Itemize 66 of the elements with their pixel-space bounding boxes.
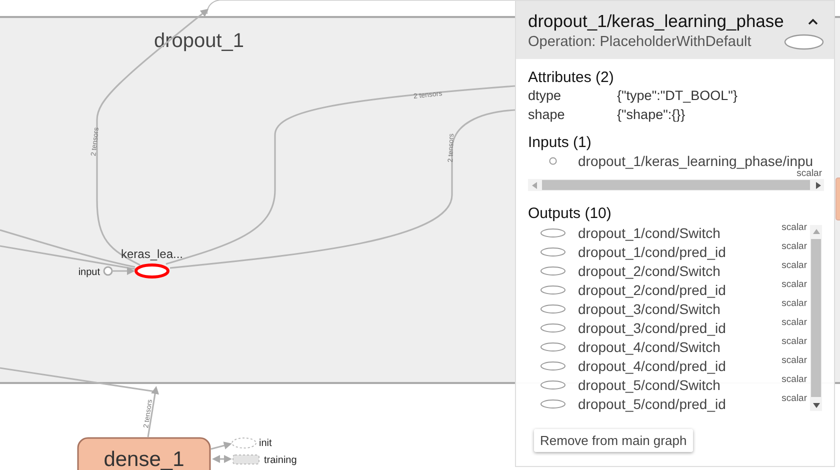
output-link[interactable]: dropout_2/cond/Switch	[578, 262, 720, 278]
constant-node-icon[interactable]	[103, 266, 113, 276]
node-label: keras_lea...	[120, 247, 184, 261]
dense-node[interactable]	[77, 437, 211, 470]
edge-arrow	[210, 442, 232, 450]
graph-node[interactable]	[836, 178, 840, 220]
ellipse-icon	[540, 304, 566, 314]
op-node-icon	[784, 34, 824, 50]
attribute-key: dtype	[528, 86, 617, 105]
ellipse-icon	[540, 360, 566, 370]
output-link[interactable]: dropout_1/cond/pred_id	[578, 244, 726, 260]
ellipse-icon	[540, 284, 566, 294]
output-link[interactable]: dropout_3/cond/Switch	[578, 300, 720, 316]
ellipse-icon	[540, 398, 566, 408]
group-title: dropout_1	[154, 30, 244, 52]
remove-button[interactable]: Remove from main graph	[534, 429, 693, 452]
shape-label: scalar	[782, 279, 807, 290]
panel-title: dropout_1/keras_learning_phase	[528, 11, 784, 32]
shape-label: scalar	[782, 298, 807, 309]
ellipse-icon	[540, 322, 566, 332]
ellipse-icon	[540, 228, 566, 238]
scroll-up-icon[interactable]	[812, 228, 820, 234]
vertical-scrollbar[interactable]	[810, 225, 822, 411]
op-node-icon[interactable]	[134, 264, 170, 278]
ellipse-icon	[540, 246, 566, 256]
horizontal-scrollbar[interactable]	[528, 179, 824, 191]
input-link[interactable]: dropout_1/keras_learning_phase/inpu	[578, 152, 814, 168]
attribute-key: shape	[528, 105, 617, 124]
shape-label: scalar	[782, 241, 807, 252]
ellipse-icon	[540, 380, 566, 390]
output-link[interactable]: dropout_1/cond/Switch	[578, 224, 720, 240]
output-link[interactable]: dropout_5/cond/pred_id	[578, 396, 726, 412]
node-label: training	[264, 455, 297, 466]
operation-label: Operation: PlaceholderWithDefault	[528, 34, 752, 50]
shape-label: scalar	[782, 336, 807, 347]
edge-arrow	[212, 455, 232, 463]
ellipse-icon	[540, 266, 566, 276]
shape-label: scalar	[782, 222, 807, 233]
ellipse-node-icon[interactable]	[232, 438, 256, 448]
scroll-right-icon[interactable]	[816, 182, 820, 188]
node-label: init	[259, 438, 272, 449]
scroll-left-icon[interactable]	[532, 182, 536, 188]
output-link[interactable]: dropout_2/cond/pred_id	[578, 282, 726, 298]
output-link[interactable]: dropout_3/cond/pred_id	[578, 320, 726, 336]
attribute-value: {"shape":{}}	[617, 106, 686, 124]
attribute-value: {"type":"DT_BOOL"}	[617, 87, 738, 105]
shape-label: scalar	[782, 355, 807, 366]
section-heading: Outputs (10)	[528, 205, 612, 222]
scroll-down-icon[interactable]	[812, 402, 820, 408]
ellipse-icon	[540, 342, 566, 352]
rect-node-icon[interactable]	[232, 454, 260, 464]
output-link[interactable]: dropout_5/cond/Switch	[578, 376, 720, 392]
section-heading: Inputs (1)	[528, 134, 592, 151]
shape-label: scalar	[782, 393, 807, 404]
shape-label: scalar	[782, 374, 807, 385]
output-link[interactable]: dropout_4/cond/pred_id	[578, 358, 726, 374]
collapse-icon[interactable]	[808, 18, 818, 25]
output-link[interactable]: dropout_4/cond/Switch	[578, 338, 720, 354]
graph-node[interactable]	[206, 0, 516, 14]
node-label: dense_1	[104, 448, 184, 470]
shape-label: scalar	[782, 317, 807, 328]
node-label: input	[78, 267, 100, 278]
section-heading: Attributes (2)	[528, 69, 615, 86]
circle-icon	[549, 156, 557, 164]
shape-label: scalar	[796, 168, 822, 179]
shape-label: scalar	[782, 260, 807, 271]
